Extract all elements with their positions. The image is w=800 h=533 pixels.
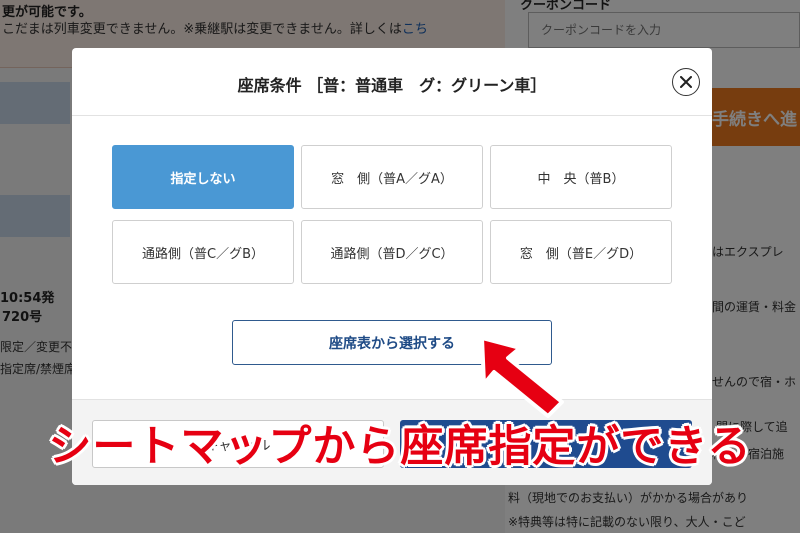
close-button[interactable] [672, 68, 700, 96]
seat-option-window-e[interactable]: 窓 側（普E／グD） [490, 220, 672, 284]
seat-option-aisle-d[interactable]: 通路側（普D／グC） [301, 220, 483, 284]
seat-option-aisle-c[interactable]: 通路側（普C／グB） [112, 220, 294, 284]
seat-option-middle-b[interactable]: 中 央（普B） [490, 145, 672, 209]
modal-title: 座席条件 ［普：普通車 グ：グリーン車］ [237, 76, 547, 95]
red-arrow-icon [480, 336, 564, 418]
annotation-caption: シートマップから座席指定ができる [48, 422, 752, 472]
seat-option-window-a[interactable]: 窓 側（普A／グA） [301, 145, 483, 209]
modal-header: 座席条件 ［普：普通車 グ：グリーン車］ [72, 48, 712, 116]
seat-option-none[interactable]: 指定しない [112, 145, 294, 209]
close-icon [680, 76, 692, 88]
